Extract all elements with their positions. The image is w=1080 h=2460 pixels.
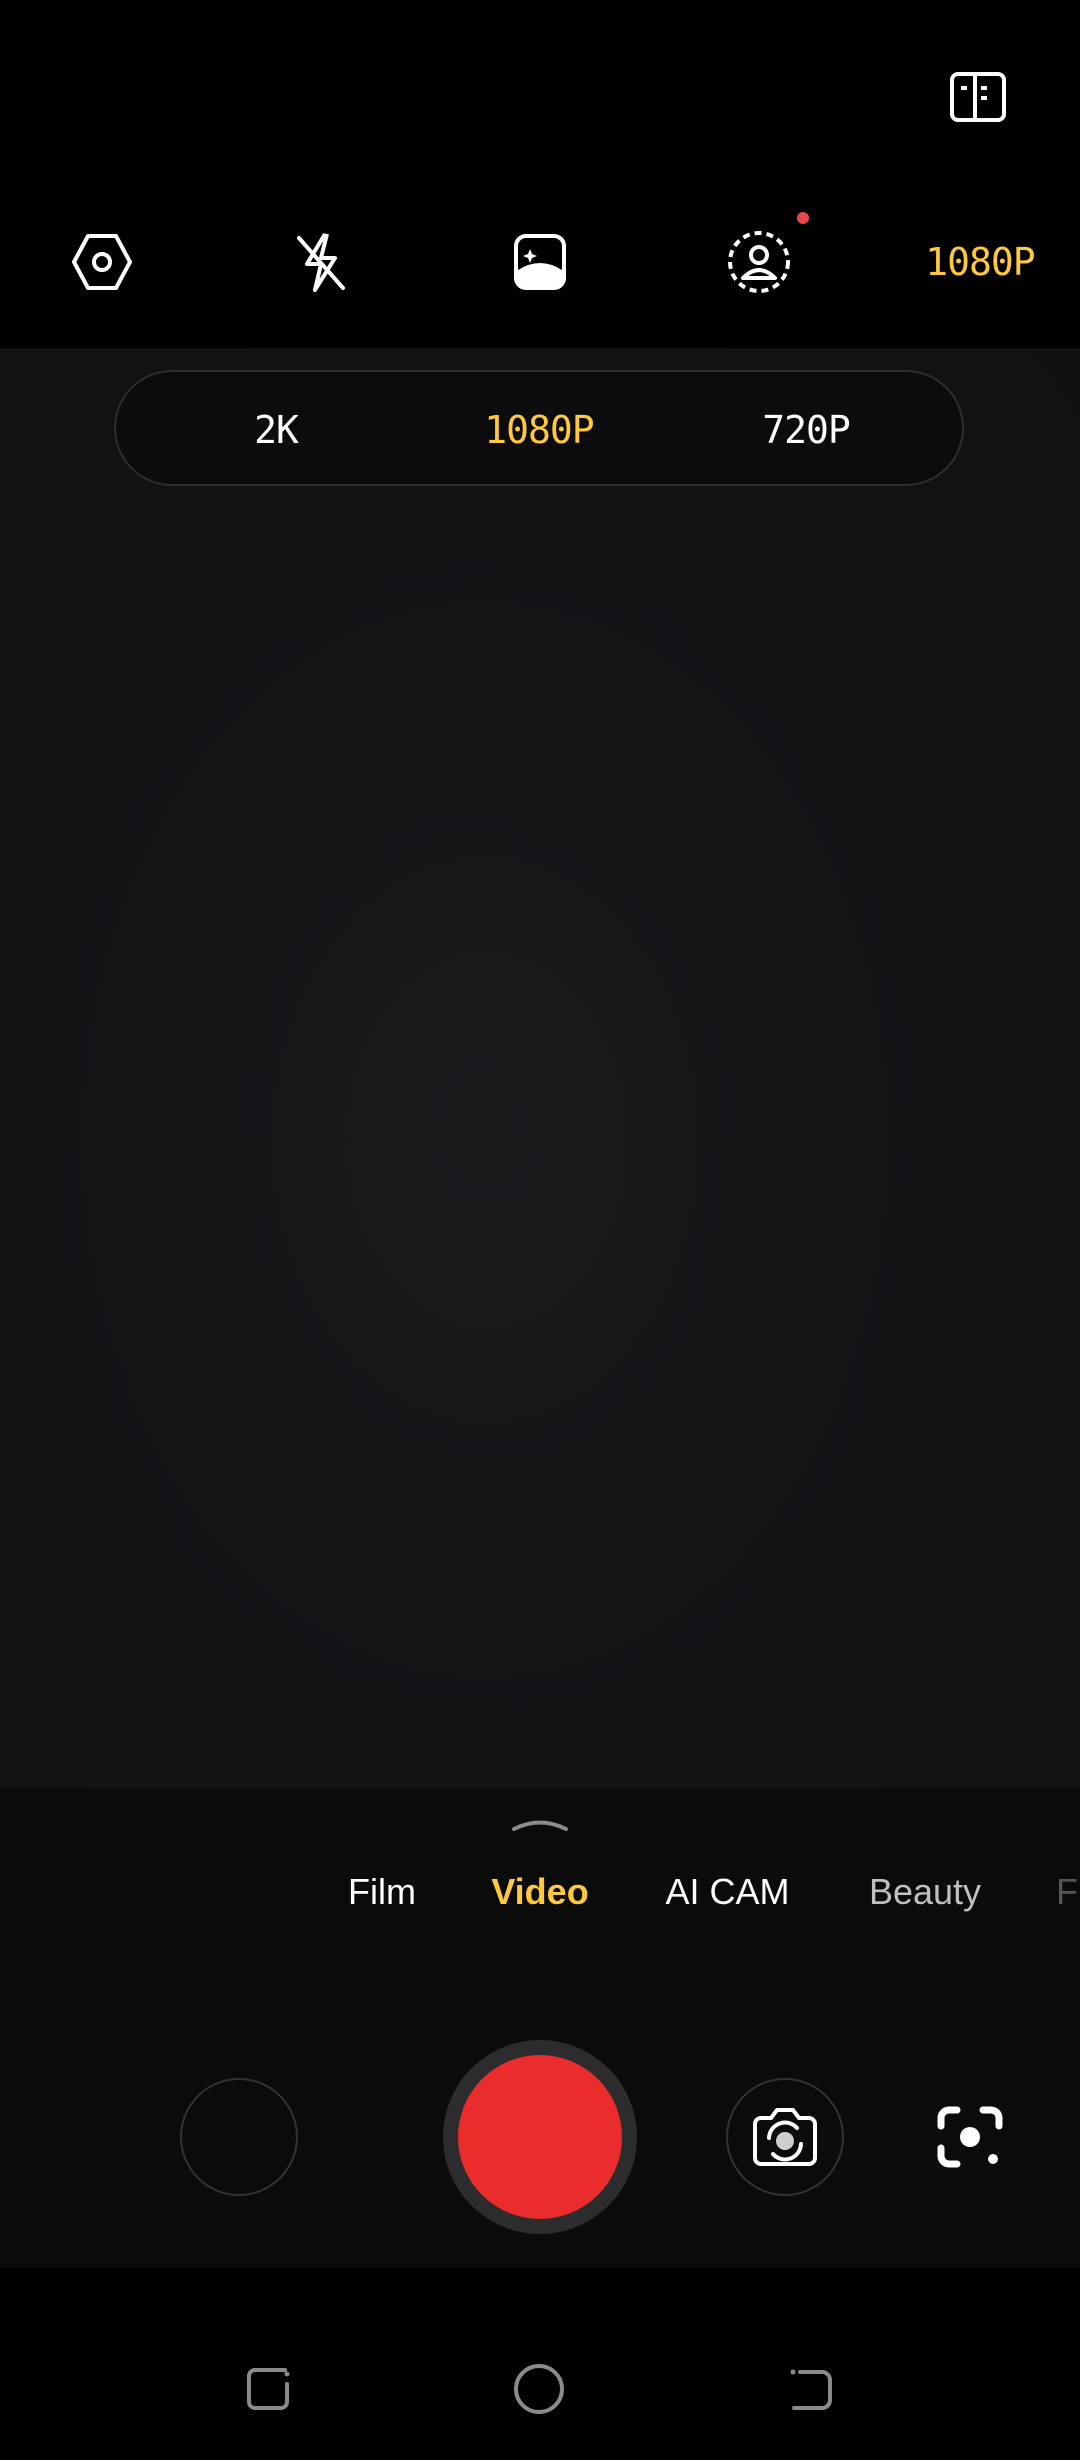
notification-dot <box>797 212 809 224</box>
recent-apps-button[interactable] <box>241 2360 299 2418</box>
google-lens-icon <box>937 2106 1003 2168</box>
book-guide-icon <box>950 72 1006 122</box>
home-button[interactable] <box>510 2360 568 2418</box>
mode-video[interactable]: Video <box>475 1862 605 1922</box>
filter-icon <box>514 234 566 290</box>
switch-camera-icon <box>753 2108 817 2166</box>
mode-partial[interactable]: F <box>1056 1862 1080 1922</box>
settings-hexagon-icon <box>72 234 132 290</box>
viewfinder[interactable] <box>0 348 1080 1788</box>
mode-film[interactable]: Film <box>322 1862 442 1922</box>
home-icon <box>514 2364 564 2414</box>
mode-beauty[interactable]: Beauty <box>850 1862 1000 1922</box>
mode-ai-cam[interactable]: AI CAM <box>640 1862 815 1922</box>
recent-apps-icon <box>247 2368 290 2410</box>
portrait-effect-icon <box>728 231 790 293</box>
back-icon <box>790 2369 832 2410</box>
gallery-thumbnail[interactable] <box>180 2078 298 2196</box>
resolution-option-720p[interactable]: 720P <box>706 372 906 488</box>
more-modes-handle[interactable] <box>510 1818 570 1832</box>
resolution-toggle[interactable]: 1080P <box>900 232 1060 292</box>
settings-button[interactable] <box>66 226 138 298</box>
back-button[interactable] <box>782 2360 840 2418</box>
resolution-menu: 2K 1080P 720P <box>114 370 964 486</box>
guide-button[interactable] <box>945 68 1011 128</box>
resolution-option-1080p[interactable]: 1080P <box>439 372 639 488</box>
switch-camera-button[interactable] <box>726 2078 844 2196</box>
filter-button[interactable] <box>504 226 576 298</box>
portrait-effect-button[interactable] <box>723 226 795 298</box>
flash-button[interactable] <box>285 226 357 298</box>
record-button[interactable] <box>458 2055 622 2219</box>
lens-button[interactable] <box>935 2104 1005 2170</box>
resolution-option-2k[interactable]: 2K <box>176 372 376 488</box>
flash-off-icon <box>297 232 345 292</box>
